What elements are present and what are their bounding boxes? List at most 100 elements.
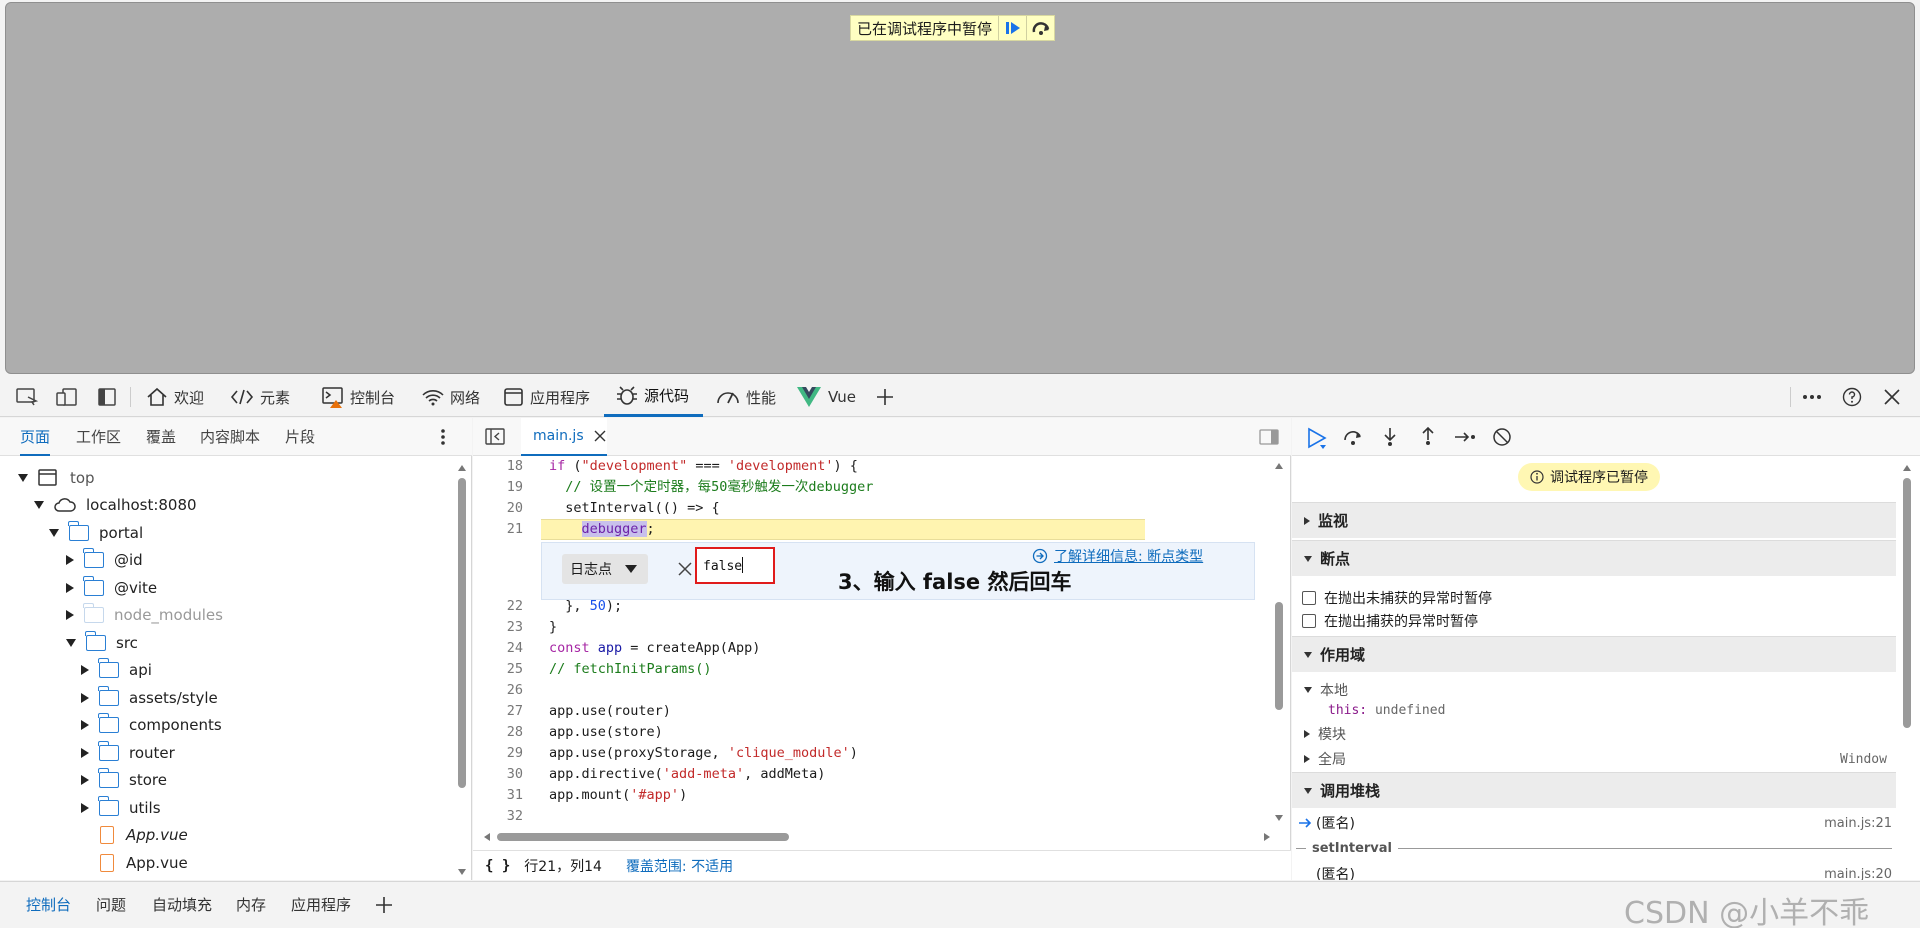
tree-item-store[interactable]: store	[81, 766, 167, 793]
navigator-tabs: 页面 工作区 覆盖 内容脚本 片段	[0, 418, 472, 456]
tree-item-top[interactable]: top	[18, 464, 95, 491]
tab-network[interactable]: 网络	[422, 377, 480, 417]
scope-global-value: Window	[1840, 752, 1887, 767]
navigator-scrollbar[interactable]	[457, 464, 467, 876]
editor-file-tab[interactable]: main.js	[521, 418, 607, 456]
step-icon[interactable]	[1454, 429, 1478, 449]
dock-side-icon[interactable]	[98, 377, 122, 417]
code-line[interactable]: 27 app.use(router)	[473, 701, 1283, 722]
code-line[interactable]: 20 setInterval(() => {	[473, 498, 1283, 519]
tree-item-vite[interactable]: @vite	[66, 574, 157, 601]
tree-item-router[interactable]: router	[81, 739, 175, 766]
editor-horizontal-scrollbar[interactable]	[483, 832, 1273, 842]
step-over-icon[interactable]	[1026, 16, 1054, 40]
drawer-tab-console[interactable]: 控制台	[26, 894, 71, 915]
line-number: 22	[506, 598, 523, 614]
code-line[interactable]: 31 app.mount('#app')	[473, 785, 1283, 806]
scope-local[interactable]: 本地	[1304, 680, 1348, 700]
tree-item-portal[interactable]: portal	[49, 519, 143, 546]
editor-vertical-scrollbar[interactable]	[1274, 462, 1284, 822]
close-breakpoint-editor-icon[interactable]	[678, 562, 692, 580]
tree-item-id[interactable]: @id	[66, 546, 143, 573]
tree-item-app-vue[interactable]: App.vue	[96, 821, 188, 848]
tab-network-label: 网络	[450, 388, 481, 407]
add-drawer-tab-icon[interactable]	[375, 896, 393, 918]
tree-item-src[interactable]: src	[66, 629, 138, 656]
code-line-current[interactable]: 21 debugger;	[473, 519, 1283, 540]
tab-performance[interactable]: 性能	[716, 377, 776, 417]
code-line[interactable]: 32	[473, 806, 1283, 827]
section-scope[interactable]: 作用域	[1292, 636, 1896, 672]
code-line[interactable]: 24 const app = createApp(App)	[473, 638, 1283, 659]
tab-overrides[interactable]: 覆盖	[146, 418, 176, 456]
pause-caught-checkbox[interactable]: 在抛出捕获的异常时暂停	[1302, 611, 1478, 631]
deactivate-breakpoints-icon[interactable]	[1492, 427, 1512, 451]
inspect-icon[interactable]	[16, 377, 44, 417]
code-line[interactable]: 30 app.directive('add-meta', addMeta)	[473, 764, 1283, 785]
more-options-icon[interactable]	[1802, 377, 1828, 417]
section-watch[interactable]: 监视	[1292, 502, 1896, 538]
drawer-tab-memory[interactable]: 内存	[236, 894, 266, 915]
tab-welcome[interactable]: 欢迎	[146, 377, 204, 417]
tab-snippets[interactable]: 片段	[285, 418, 315, 456]
tab-application[interactable]: 应用程序	[504, 377, 590, 417]
device-emulation-icon[interactable]	[56, 377, 84, 417]
navigator-menu-icon[interactable]	[440, 428, 446, 450]
tab-workspace[interactable]: 工作区	[76, 418, 121, 456]
section-callstack[interactable]: 调用堆栈	[1292, 772, 1896, 808]
code-line[interactable]: 18 if ("development" === 'development') {	[473, 456, 1283, 477]
tab-console[interactable]: 控制台	[322, 377, 395, 417]
scope-module[interactable]: 模块	[1304, 724, 1346, 744]
drawer-tab-application[interactable]: 应用程序	[291, 894, 351, 915]
resume-icon[interactable]	[1306, 427, 1328, 453]
sidebar-scrollbar[interactable]	[1902, 464, 1912, 874]
tree-item-localhost[interactable]: localhost:8080	[34, 491, 197, 518]
pretty-print-button[interactable]: { }	[485, 858, 510, 874]
step-over-icon[interactable]	[1342, 428, 1364, 450]
callstack-frame[interactable]: (匿名) main.js:21	[1292, 812, 1892, 834]
scope-this-value: undefined	[1374, 703, 1446, 718]
coverage-status[interactable]: 覆盖范围: 不适用	[626, 856, 733, 876]
breakpoint-type-select[interactable]: 日志点	[562, 554, 648, 584]
drawer-tab-issues[interactable]: 问题	[96, 894, 126, 915]
add-tab-icon[interactable]	[876, 377, 900, 417]
code-editor: main.js 18 if ("development" === 'develop…	[473, 418, 1291, 880]
close-tab-icon[interactable]	[594, 430, 606, 442]
scope-global[interactable]: 全局	[1304, 749, 1346, 769]
tree-item-api[interactable]: api	[81, 656, 152, 683]
tree-item-components[interactable]: components	[81, 711, 222, 738]
tab-vue[interactable]: Vue	[796, 377, 856, 417]
tree-item-app-vue-2[interactable]: App.vue	[96, 849, 188, 876]
tab-page[interactable]: 页面	[20, 418, 51, 456]
pause-uncaught-checkbox[interactable]: 在抛出未捕获的异常时暂停	[1302, 588, 1492, 608]
tree-item-assets-style[interactable]: assets/style	[81, 684, 218, 711]
scope-this-entry[interactable]: this: undefined	[1328, 703, 1445, 718]
close-devtools-icon[interactable]	[1884, 377, 1906, 417]
toggle-debugger-icon[interactable]	[1259, 429, 1279, 449]
code-line[interactable]: 28 app.use(store)	[473, 722, 1283, 743]
section-breakpoints[interactable]: 断点	[1292, 540, 1896, 576]
tab-sources[interactable]: 源代码	[604, 377, 704, 417]
step-out-icon[interactable]	[1420, 426, 1436, 450]
code-line[interactable]: 19 // 设置一个定时器，每50毫秒触发一次debugger	[473, 477, 1283, 498]
tree-item-utils[interactable]: utils	[81, 794, 161, 821]
code-line[interactable]: 25 // fetchInitParams()	[473, 659, 1283, 680]
learn-more-link[interactable]: 了解详细信息: 断点类型	[1032, 546, 1203, 566]
callstack-frame[interactable]: (匿名) main.js:20	[1292, 860, 1892, 880]
toggle-navigator-icon[interactable]	[485, 428, 505, 450]
tree-item-node-modules[interactable]: node_modules	[66, 601, 223, 628]
code-line[interactable]: 26	[473, 680, 1283, 701]
vue-logo-icon	[797, 387, 821, 407]
drawer-tab-autofill[interactable]: 自动填充	[152, 894, 212, 915]
code-line[interactable]: 22 }, 50);	[473, 596, 1283, 617]
resume-icon[interactable]	[998, 16, 1026, 40]
step-into-icon[interactable]	[1382, 427, 1398, 451]
tree-item-label: @id	[114, 550, 143, 569]
logpoint-input[interactable]: false	[703, 559, 742, 574]
tab-elements[interactable]: 元素	[230, 377, 290, 417]
help-icon[interactable]	[1842, 377, 1868, 417]
tab-content-scripts[interactable]: 内容脚本	[200, 418, 260, 456]
code-line[interactable]: 29 app.use(proxyStorage, 'clique_module')	[473, 743, 1283, 764]
code-line[interactable]: 23}	[473, 617, 1283, 638]
line-number: 29	[506, 745, 523, 761]
